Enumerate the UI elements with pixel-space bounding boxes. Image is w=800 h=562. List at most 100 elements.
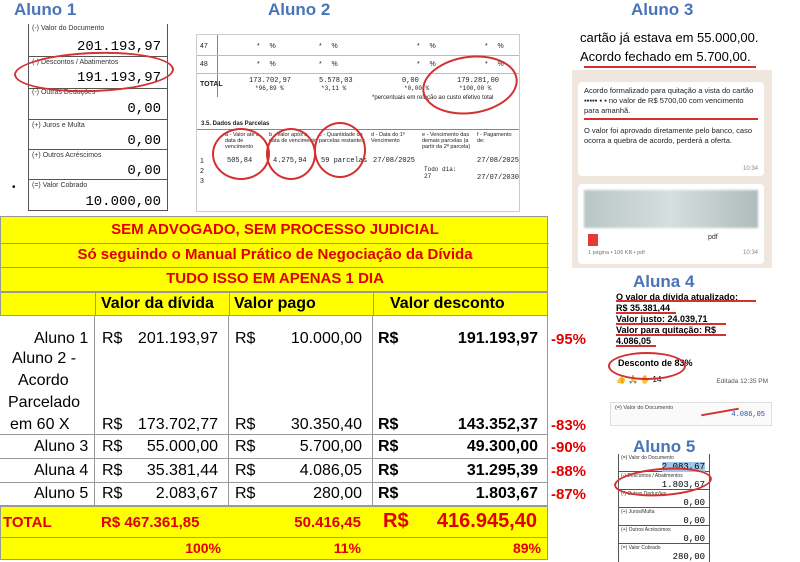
- row5-paid-currency: R$: [235, 485, 256, 502]
- row5-name: Aluno 5: [34, 485, 89, 502]
- doc5-r3-label: (+) Juros/Multa: [621, 509, 655, 515]
- table-header: Valor da dívida Valor pago Valor descont…: [0, 292, 548, 316]
- row3-paid-currency: R$: [235, 438, 256, 455]
- header-discount: Valor desconto: [390, 295, 505, 312]
- highlight-ring-doc2-col-a: [212, 128, 270, 180]
- doc2-total-v3: 0,00: [402, 77, 419, 85]
- caption-aluno3: Aluno 3: [631, 0, 694, 19]
- doc5-r4-value: 0,00: [683, 534, 705, 544]
- chat4-doc-value: 4.086,05: [731, 411, 765, 419]
- row2-pct: -83%: [551, 417, 587, 434]
- row3-pct: -90%: [551, 439, 587, 456]
- row2-name-l4: em 60 X: [10, 416, 70, 433]
- total-debt: R$ 467.361,85: [101, 514, 200, 531]
- percent-discount: 89%: [512, 540, 541, 556]
- doc2-total-v1: 173.702,97: [249, 77, 292, 85]
- chat-aluno3: cartão já estava em 55.000,00. Acordo fe…: [572, 26, 772, 268]
- row2-paid: 30.350,40: [290, 416, 362, 433]
- chat3-top-line2: Acordo fechado em 5.700,00.: [580, 49, 751, 64]
- row3-paid: 5.700,00: [299, 438, 362, 455]
- banner-line3: TUDO ISSO EM APENAS 1 DIA: [166, 270, 384, 287]
- chat3-msg1-underline: [584, 118, 758, 120]
- row4-discount: 31.295,39: [466, 462, 538, 479]
- row4-name: Aluna 4: [34, 462, 89, 479]
- chat3-msg2: O valor foi aprovado diretamente pelo ba…: [584, 126, 753, 145]
- row1-discount: 191.193,97: [457, 330, 538, 347]
- doc5-r4-label: (+) Outros Acréscimos: [621, 527, 671, 533]
- chat4-doc-strip: (=) Valor do Documento 4.086,05: [610, 402, 772, 426]
- doc1-row5-label: (=) Valor Cobrado: [32, 182, 88, 189]
- caption-aluno2: Aluno 2: [268, 0, 331, 19]
- row1-disc-currency: R$: [378, 330, 399, 347]
- row4-paid: 4.086,05: [299, 462, 362, 479]
- doc2-section-title: 3.5. Dados das Parcelas: [201, 121, 270, 127]
- total-paid: 50.416,45: [294, 514, 361, 531]
- chat3-file-bubble[interactable]: pdf 1 página • 106 KB • pdf 10:34: [578, 184, 764, 264]
- row2-name-l3: Parcelado: [8, 394, 81, 411]
- row4-debt-currency: R$: [102, 462, 123, 479]
- total-discount: 416.945,40: [436, 510, 537, 532]
- chat4-edited: Editada 12:35 PM: [716, 378, 768, 385]
- row3-name: Aluno 3: [34, 438, 89, 455]
- percent-debt: 100%: [185, 540, 221, 556]
- row2-debt: 173.702,77: [137, 416, 218, 433]
- row1-paid-currency: R$: [235, 330, 256, 347]
- doc5-r5-value: 280,00: [672, 552, 705, 562]
- row5-discount: 1.803,67: [475, 485, 538, 502]
- row2-discount: 143.352,37: [457, 416, 538, 433]
- chat3-time2: 10:34: [742, 166, 758, 172]
- doc1-row5-value: 10.000,00: [85, 194, 161, 210]
- row4-disc-currency: R$: [378, 462, 399, 479]
- chat3-blurred-preview: [584, 190, 758, 228]
- table-body: Aluno 1 R$ 201.193,97 R$ 10.000,00 R$ 19…: [0, 316, 586, 506]
- chat3-msg1: Acordo formalizado para quitação a vista…: [584, 86, 754, 115]
- total-row: TOTAL R$ 467.361,85 50.416,45 R$ 416.945…: [0, 506, 548, 538]
- row5-debt-currency: R$: [102, 485, 123, 502]
- chat4-doc-label: (=) Valor do Documento: [615, 405, 674, 411]
- doc2-val-f1: 27/08/2025: [477, 157, 520, 165]
- doc1-row2-value: 0,00: [127, 101, 161, 117]
- highlight-ring-chat4: [608, 352, 686, 380]
- chat3-underline: [584, 66, 756, 68]
- row4-paid-currency: R$: [235, 462, 256, 479]
- percent-paid: 11%: [333, 540, 361, 556]
- row2-paid-currency: R$: [235, 416, 256, 433]
- chat3-top-line1: cartão já estava em 55.000,00.: [580, 30, 759, 45]
- percent-row: 100% 11% 89%: [0, 538, 548, 560]
- row5-paid: 280,00: [313, 485, 362, 502]
- doc2-row47: 47: [200, 43, 208, 50]
- doc5-r0-label: (=) Valor do Documento: [621, 455, 674, 461]
- row1-paid: 10.000,00: [290, 330, 362, 347]
- row2-disc-currency: R$: [378, 416, 399, 433]
- doc2-val-e: Todo dia: 27: [424, 166, 457, 180]
- row2-name-l1: Aluno 2 -: [12, 350, 77, 367]
- doc2-total-v2: 5.578,03: [319, 77, 353, 85]
- doc1-row4-value: 0,00: [127, 163, 161, 179]
- row4-pct: -88%: [551, 463, 587, 480]
- doc2-val-d: 27/08/2025: [373, 157, 416, 165]
- row5-pct: -87%: [551, 486, 587, 503]
- doc2-total-label: TOTAL: [200, 81, 223, 88]
- banner-line2: Só seguindo o Manual Prático de Negociaç…: [1, 244, 549, 268]
- doc2-total-p1: *96,89 %: [255, 85, 284, 92]
- row3-disc-currency: R$: [378, 438, 399, 455]
- doc2-row48: 48: [200, 61, 208, 68]
- row1-debt-currency: R$: [102, 330, 123, 347]
- doc5-r3-value: 0,00: [683, 516, 705, 526]
- total-disc-currency: R$: [383, 510, 409, 532]
- row5-disc-currency: R$: [378, 485, 399, 502]
- highlight-ring-doc2-col-c: [314, 122, 366, 178]
- doc5-r2-value: 0,00: [683, 498, 705, 508]
- caption-aluno1: Aluno 1: [14, 0, 77, 19]
- header-debt: Valor da dívida: [101, 295, 214, 312]
- row1-name: Aluno 1: [34, 330, 89, 347]
- banner-line1: SEM ADVOGADO, SEM PROCESSO JUDICIAL: [1, 219, 549, 244]
- header-paid: Valor pago: [234, 295, 316, 312]
- highlight-ring-doc2-col-b: [266, 128, 316, 180]
- doc2-row-num2: 2: [200, 168, 204, 175]
- row2-name-l2: Acordo: [18, 372, 69, 389]
- row4-debt: 35.381,44: [146, 462, 218, 479]
- doc1-row3-label: (+) Juros e Multa: [32, 122, 85, 129]
- row3-debt: 55.000,00: [146, 438, 218, 455]
- doc2-col-f: f - Pagamento de:: [477, 132, 512, 144]
